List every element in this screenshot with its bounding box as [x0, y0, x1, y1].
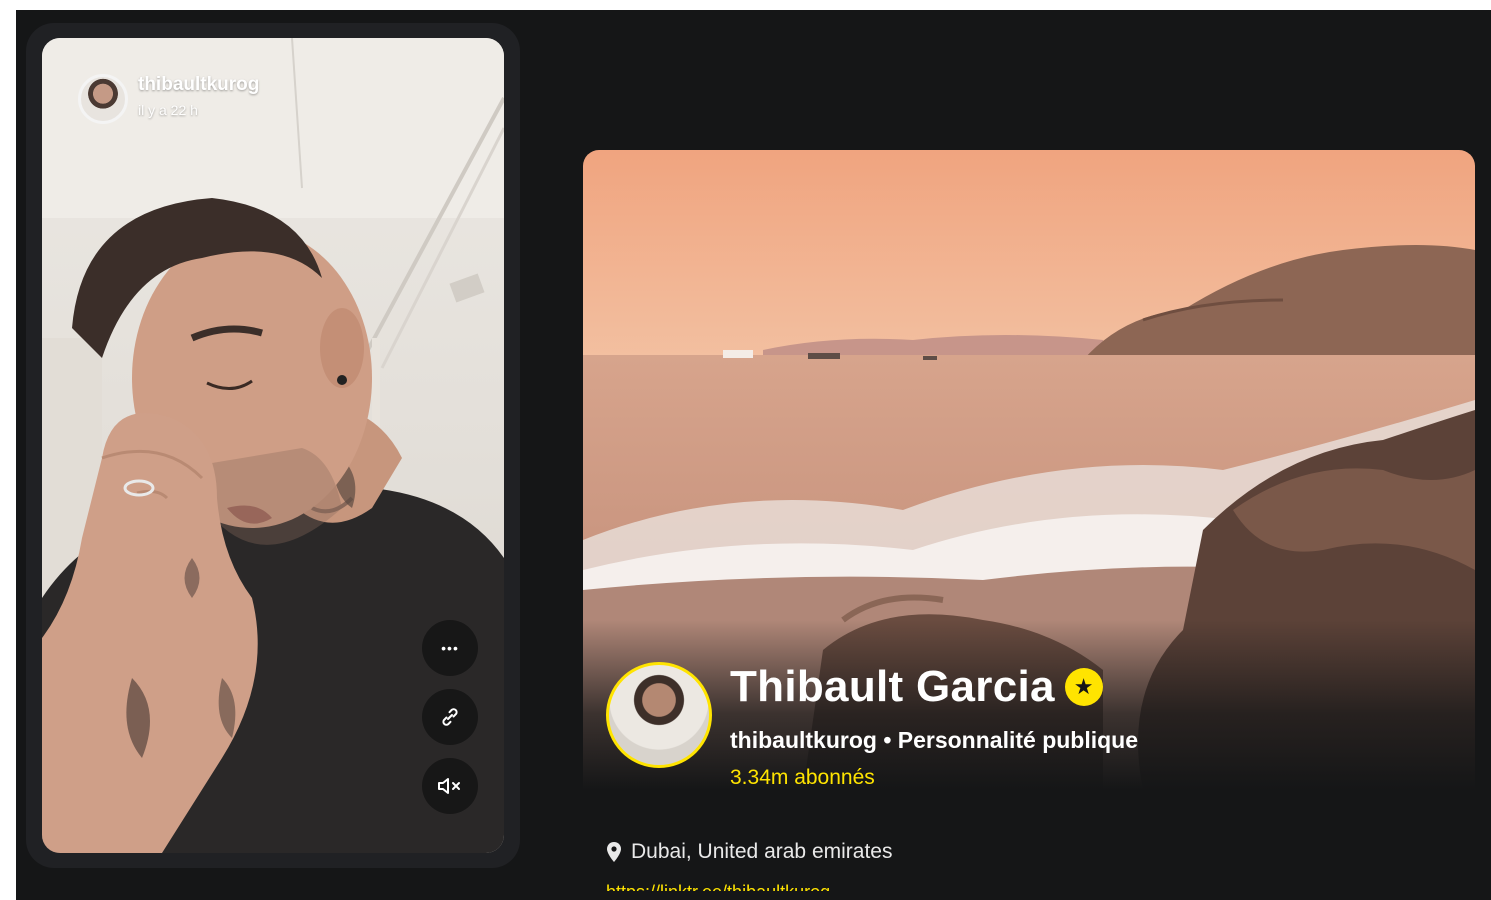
copy-link-button[interactable] — [422, 689, 478, 745]
star-badge-icon: ★ — [1064, 668, 1103, 706]
ellipsis-icon: ••• — [441, 640, 459, 656]
story-meta: thibaultkurog il y a 22 h — [138, 74, 259, 118]
story-header[interactable]: thibaultkurog il y a 22 h — [78, 74, 259, 124]
more-options-button[interactable]: ••• — [422, 620, 478, 676]
location-text: Dubai, United arab emirates — [631, 840, 893, 863]
link-icon — [442, 708, 458, 726]
profile-display-name: Thibault Garcia — [730, 662, 1055, 711]
profile-location: Dubai, United arab emirates — [607, 840, 892, 864]
app-frame: thibaultkurog il y a 22 h ••• Thibault G… — [16, 10, 1491, 900]
story-timestamp: il y a 22 h — [138, 102, 198, 118]
story-username[interactable]: thibaultkurog — [138, 74, 259, 96]
profile-link[interactable]: https://linktr.ee/thibaultkurog — [606, 882, 830, 891]
story-card: thibaultkurog il y a 22 h ••• — [26, 23, 520, 868]
profile-name-row: Thibault Garcia ★ — [730, 662, 1103, 712]
story-media[interactable]: thibaultkurog il y a 22 h ••• — [42, 38, 504, 853]
speaker-muted-icon — [438, 778, 460, 794]
location-pin-icon — [607, 842, 621, 862]
profile-avatar[interactable] — [606, 662, 712, 768]
profile-subtitle: thibaultkurog • Personnalité publique — [730, 727, 1139, 753]
story-avatar[interactable] — [78, 74, 128, 124]
subscriber-count[interactable]: 3.34m abonnés — [730, 766, 875, 790]
mute-button[interactable] — [422, 758, 478, 814]
